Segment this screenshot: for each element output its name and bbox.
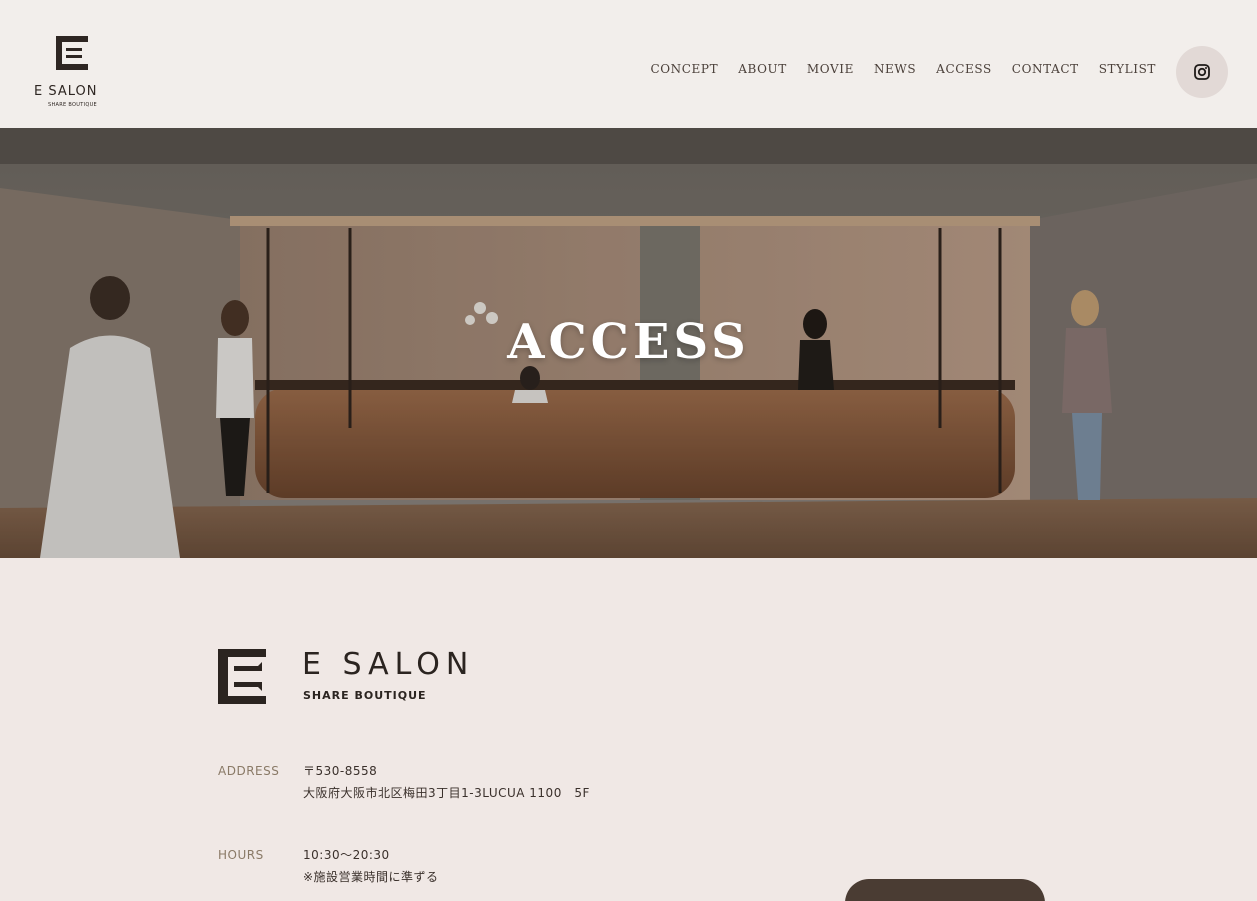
nav-access[interactable]: ACCESS bbox=[936, 62, 992, 76]
nav-stylist[interactable]: STYLIST bbox=[1099, 62, 1156, 76]
logo-name: E SALON bbox=[34, 84, 98, 99]
hours-note: ※施設営業時間に準ずる bbox=[303, 870, 439, 884]
instagram-button[interactable] bbox=[1176, 46, 1228, 98]
site-header: E SALON SHARE BOUTIQUE CONCEPT ABOUT MOV… bbox=[0, 0, 1257, 128]
nav-movie[interactable]: MOVIE bbox=[807, 62, 854, 76]
address-label: ADDRESS bbox=[218, 764, 280, 778]
instagram-icon bbox=[1194, 64, 1210, 80]
main-nav: CONCEPT ABOUT MOVIE NEWS ACCESS CONTACT … bbox=[650, 62, 1156, 76]
header-logo[interactable]: E SALON SHARE BOUTIQUE bbox=[34, 34, 114, 110]
street-address: 大阪府大阪市北区梅田3丁目1-3LUCUA 1100 5F bbox=[303, 786, 590, 800]
page-title: ACCESS bbox=[507, 314, 750, 370]
logo-subtitle: SHARE BOUTIQUE bbox=[48, 102, 97, 108]
address-value: 〒530-8558 大阪府大阪市北区梅田3丁目1-3LUCUA 1100 5F bbox=[303, 760, 590, 804]
e-salon-mark-icon bbox=[56, 36, 88, 70]
bottom-floating-button[interactable] bbox=[845, 879, 1045, 901]
opening-hours: 10:30〜20:30 bbox=[303, 848, 390, 862]
nav-news[interactable]: NEWS bbox=[874, 62, 916, 76]
logo-subtitle: SHARE BOUTIQUE bbox=[303, 689, 427, 702]
logo-name: E SALON bbox=[302, 647, 475, 682]
salon-logo: E SALON SHARE BOUTIQUE bbox=[218, 647, 488, 705]
nav-concept[interactable]: CONCEPT bbox=[650, 62, 718, 76]
nav-contact[interactable]: CONTACT bbox=[1012, 62, 1079, 76]
e-salon-mark-icon bbox=[218, 649, 266, 704]
hours-value: 10:30〜20:30 ※施設営業時間に準ずる bbox=[303, 844, 439, 888]
postal-code: 〒530-8558 bbox=[303, 764, 378, 778]
access-section: E SALON SHARE BOUTIQUE ADDRESS 〒530-8558… bbox=[0, 558, 1257, 901]
hours-label: HOURS bbox=[218, 848, 264, 862]
hero-banner: ACCESS bbox=[0, 128, 1257, 558]
nav-about[interactable]: ABOUT bbox=[738, 62, 787, 76]
